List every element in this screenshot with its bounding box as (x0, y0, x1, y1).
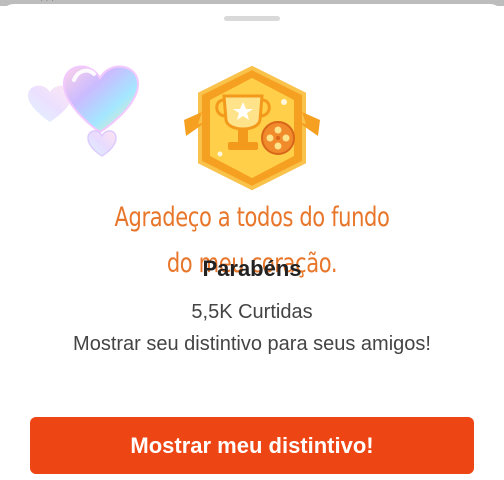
congrats-title: Parabéns (202, 256, 302, 281)
trophy-badge-icon (184, 65, 320, 191)
hearts-icon (28, 65, 140, 157)
drag-handle[interactable] (224, 16, 280, 21)
badge-bottom-sheet: Agradeço a todos do fundo do meu coração… (0, 4, 504, 480)
likes-count: 5,5K Curtidas (191, 301, 313, 323)
show-badge-button[interactable]: Mostrar meu distintivo! (30, 417, 474, 474)
thank-you-message-line-1: Agradeço a todos do fundo (114, 202, 390, 233)
share-description: Mostrar seu distintivo para seus amigos! (73, 333, 431, 355)
film-reel-icon (261, 121, 295, 155)
